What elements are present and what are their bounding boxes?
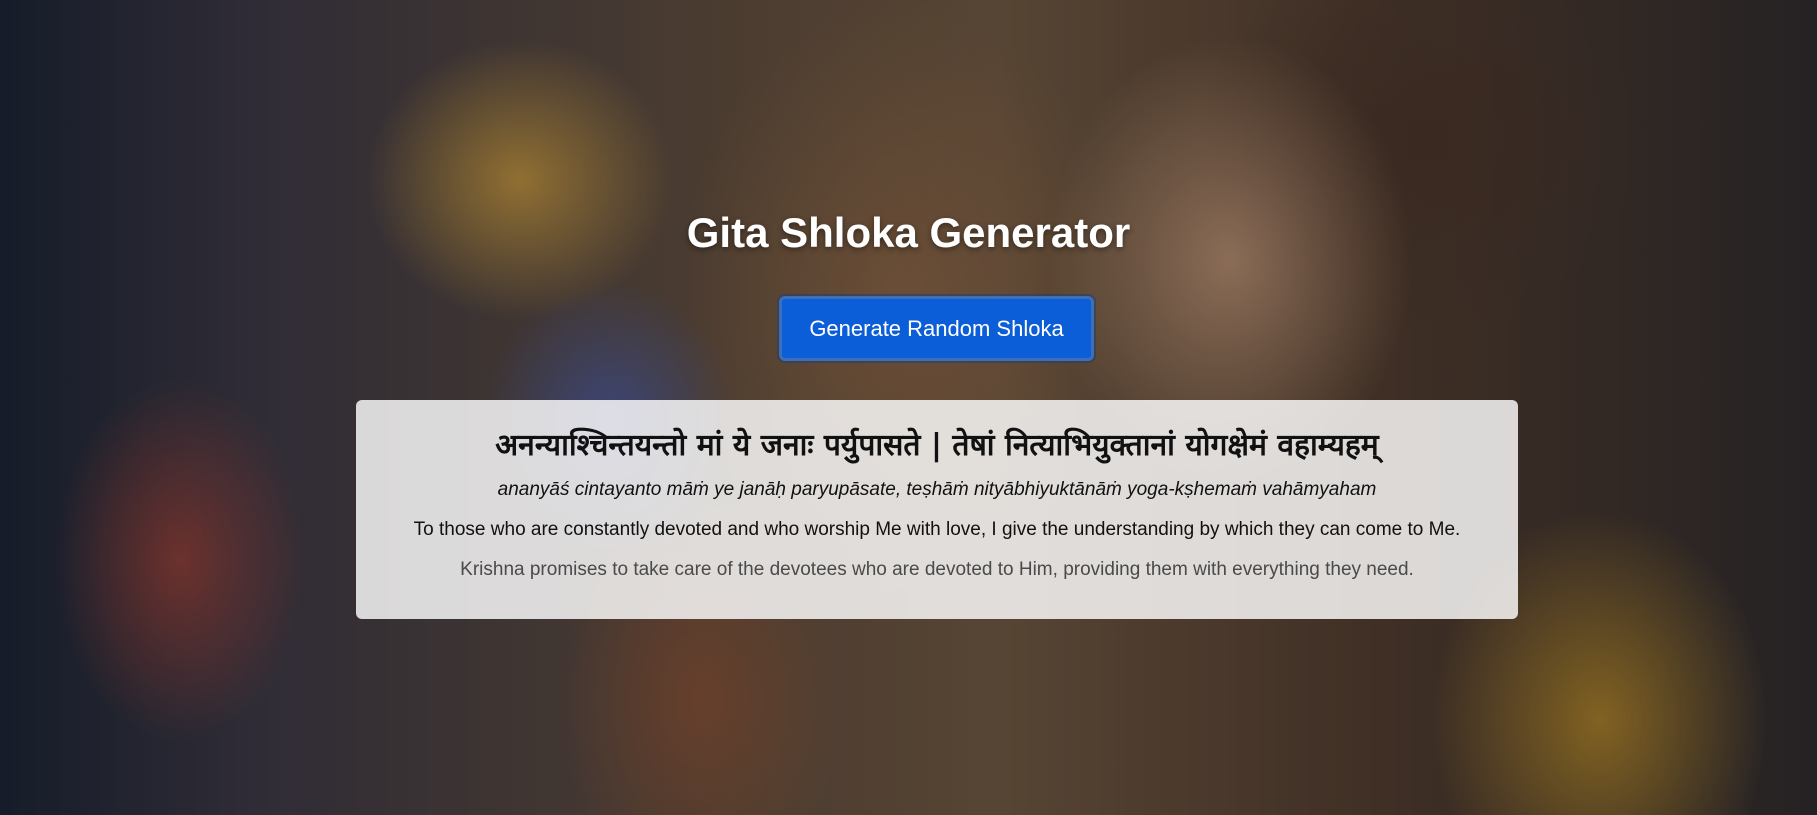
shloka-sanskrit-text: अनन्याश्चिन्तयन्तो मां ये जनाः पर्युपासत… xyxy=(495,428,1379,463)
shloka-translation: To those who are constantly devoted and … xyxy=(413,519,1461,540)
generate-shloka-button[interactable]: Generate Random Shloka xyxy=(779,296,1094,361)
shloka-explanation: Krishna promises to take care of the dev… xyxy=(460,559,1414,580)
main-content: Gita Shloka Generator Generate Random Sh… xyxy=(0,0,1817,815)
page-title: Gita Shloka Generator xyxy=(686,209,1131,256)
shloka-transliteration: ananyāś cintayanto māṁ ye janāḥ paryupās… xyxy=(497,479,1377,500)
shloka-card: अनन्याश्चिन्तयन्तो मां ये जनाः पर्युपासत… xyxy=(356,400,1518,619)
